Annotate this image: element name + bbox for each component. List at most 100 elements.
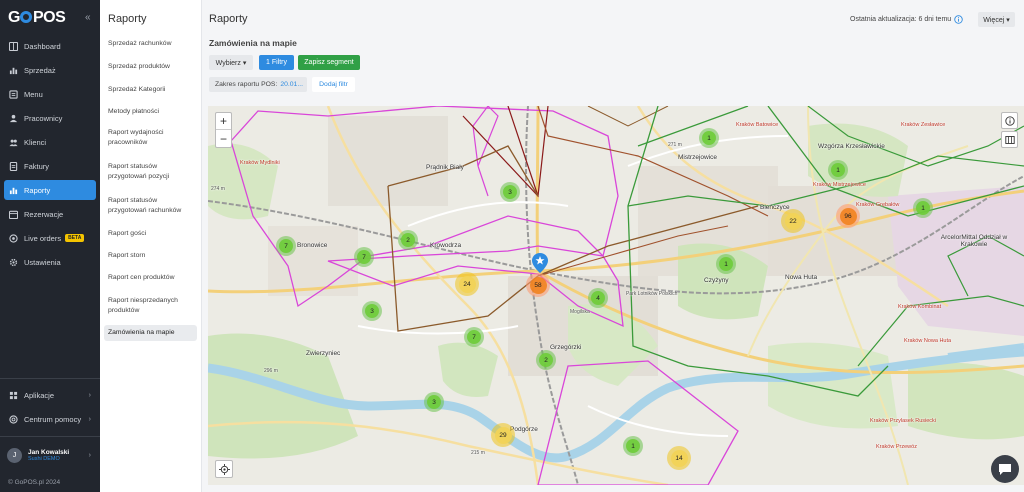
- cluster-count: 29: [494, 426, 512, 444]
- order-cluster[interactable]: 96: [836, 204, 860, 228]
- cluster-count: 3: [427, 395, 441, 409]
- cluster-count: 1: [831, 163, 845, 177]
- order-cluster[interactable]: 7: [464, 327, 484, 347]
- sidebar-item-reservations[interactable]: Rezerwacje: [4, 204, 96, 224]
- venue-location-pin-icon[interactable]: [532, 253, 548, 273]
- sidebar-item-dashboard[interactable]: Dashboard: [4, 36, 96, 56]
- cluster-count: 3: [503, 185, 517, 199]
- chart-icon: [9, 66, 18, 75]
- submenu-item-unsold-products[interactable]: Raport niesprzedanych produktów: [104, 293, 197, 319]
- sidebar-item-label: Aplikacje: [24, 390, 55, 400]
- choose-dropdown[interactable]: Wybierz ▾: [209, 55, 253, 70]
- sidebar-item-label: Ustawienia: [24, 257, 61, 267]
- order-cluster[interactable]: 22: [781, 209, 805, 233]
- submenu-item-product-sales[interactable]: Sprzedaż produktów: [104, 59, 197, 75]
- sidebar-item-menu[interactable]: Menu: [4, 84, 96, 104]
- more-button[interactable]: Więcej ▾: [978, 12, 1015, 27]
- order-cluster[interactable]: 1: [699, 128, 719, 148]
- user-name: Jan Kowalski: [28, 448, 70, 456]
- submenu-item-item-preparation[interactable]: Raport statusów przygotowań pozycji: [104, 159, 197, 185]
- submenu-item-bills-sales[interactable]: Sprzedaż rachunków: [104, 36, 197, 52]
- report-range-filter[interactable]: Zakres raportu POS: 20.01...: [209, 77, 307, 92]
- add-filter-button[interactable]: Dodaj filtr: [312, 77, 355, 92]
- calendar-icon: [9, 210, 18, 219]
- sidebar-item-employees[interactable]: Pracownicy: [4, 108, 96, 128]
- order-cluster[interactable]: 1: [716, 254, 736, 274]
- map-layers-button[interactable]: [1001, 131, 1018, 148]
- user-menu[interactable]: J Jan Kowalski Sushi DEMO ›: [4, 444, 96, 466]
- order-cluster[interactable]: 3: [424, 392, 444, 412]
- main-content: Raporty Ostatnia aktualizacja: 6 dni tem…: [202, 0, 1024, 492]
- cluster-count: 2: [539, 353, 553, 367]
- map-label-krakow-nowa-huta: Kraków Nowa Huta: [904, 338, 952, 344]
- orders-map[interactable]: + − Mistrzejowice Wzgórza Krzesławickie …: [208, 106, 1024, 485]
- sidebar-bottom-nav: Aplikacje › Centrum pomocy ›: [4, 385, 96, 433]
- map-label-krakow-kombinat: Kraków Kombinat: [898, 304, 942, 310]
- submenu-item-voids[interactable]: Raport storn: [104, 248, 197, 264]
- info-icon[interactable]: [954, 15, 963, 24]
- filters-button[interactable]: 1 Filtry: [259, 55, 294, 70]
- sidebar-item-settings[interactable]: Ustawienia: [4, 252, 96, 272]
- save-segment-button[interactable]: Zapisz segment: [298, 55, 360, 70]
- order-cluster[interactable]: 2: [536, 350, 556, 370]
- sidebar-item-clients[interactable]: Klienci: [4, 132, 96, 152]
- map-label-krakow-grebalow: Kraków Grębałów: [856, 202, 900, 208]
- map-label-zwierzyniec: Zwierzyniec: [306, 350, 341, 357]
- zoom-in-button[interactable]: +: [216, 113, 231, 130]
- sidebar-item-reports[interactable]: Raporty: [4, 180, 96, 200]
- submenu-item-guests[interactable]: Raport gości: [104, 226, 197, 242]
- submenu-item-orders-map[interactable]: Zamówienia na mapie: [104, 325, 197, 341]
- zoom-out-button[interactable]: −: [216, 130, 231, 147]
- reports-submenu: Raporty Sprzedaż rachunków Sprzedaż prod…: [100, 0, 202, 492]
- sidebar-item-apps[interactable]: Aplikacje ›: [4, 385, 96, 405]
- map-info-button[interactable]: [1001, 112, 1018, 129]
- submenu-item-employee-performance[interactable]: Raport wydajności pracowników: [104, 125, 197, 151]
- map-label-elevation-296: 296 m: [264, 368, 278, 374]
- map-label-krakow-mistrzejowice: Kraków Mistrzejowice: [813, 182, 866, 188]
- submenu-item-payment-methods[interactable]: Metody płatności: [104, 104, 197, 120]
- copyright: © GoPOS.pl 2024: [8, 479, 61, 486]
- order-cluster[interactable]: 3: [500, 182, 520, 202]
- order-cluster[interactable]: 4: [588, 288, 608, 308]
- order-cluster[interactable]: 58: [526, 273, 550, 297]
- sidebar-item-live-orders[interactable]: Live orders BETA: [4, 228, 96, 248]
- map-label-krakow-zeslawice: Kraków Zesławice: [901, 122, 946, 128]
- map-label-przylasek-rusiecki: Kraków Przylasek Rusiecki: [870, 418, 937, 424]
- map-label-bienczyce: Bieńczyce: [760, 204, 790, 211]
- order-cluster[interactable]: 1: [913, 198, 933, 218]
- crosshair-icon: [218, 463, 230, 475]
- cluster-count: 22: [784, 212, 802, 230]
- submenu-item-bill-preparation[interactable]: Raport statusów przygotowań rachunków: [104, 193, 197, 219]
- cluster-count: 1: [626, 439, 640, 453]
- sidebar-divider: [0, 436, 100, 437]
- order-cluster[interactable]: 2: [398, 230, 418, 250]
- order-cluster[interactable]: 14: [667, 446, 691, 470]
- order-cluster[interactable]: 1: [828, 160, 848, 180]
- cluster-count: 1: [916, 201, 930, 215]
- order-cluster[interactable]: 1: [623, 436, 643, 456]
- range-value: 20.01...: [280, 81, 304, 88]
- help-icon: [9, 414, 18, 424]
- collapse-sidebar-icon[interactable]: «: [85, 12, 91, 23]
- order-cluster[interactable]: 7: [354, 247, 374, 267]
- chat-button[interactable]: [991, 455, 1019, 483]
- sidebar-item-invoices[interactable]: Faktury: [4, 156, 96, 176]
- cluster-count: 3: [365, 304, 379, 318]
- avatar: J: [7, 447, 22, 463]
- cluster-count: 7: [279, 239, 293, 253]
- submenu-item-product-prices[interactable]: Raport cen produktów: [104, 270, 197, 286]
- cluster-count: 4: [591, 291, 605, 305]
- order-cluster[interactable]: 3: [362, 301, 382, 321]
- chevron-right-icon: ›: [88, 451, 91, 459]
- order-cluster[interactable]: 29: [491, 423, 515, 447]
- sidebar-item-help-center[interactable]: Centrum pomocy ›: [4, 409, 96, 429]
- reports-icon: [9, 186, 18, 195]
- order-cluster[interactable]: 24: [455, 272, 479, 296]
- submenu-item-category-sales[interactable]: Sprzedaż Kategorii: [104, 82, 197, 98]
- sidebar-item-sales[interactable]: Sprzedaż: [4, 60, 96, 80]
- map-label-arcelormittal: ArcelorMittal Oddział w Krakowie: [940, 234, 1008, 248]
- order-cluster[interactable]: 7: [276, 236, 296, 256]
- map-label-mistrzejowice: Mistrzejowice: [678, 154, 718, 161]
- gopos-logo[interactable]: G POS: [8, 9, 66, 27]
- locate-me-button[interactable]: [215, 460, 233, 478]
